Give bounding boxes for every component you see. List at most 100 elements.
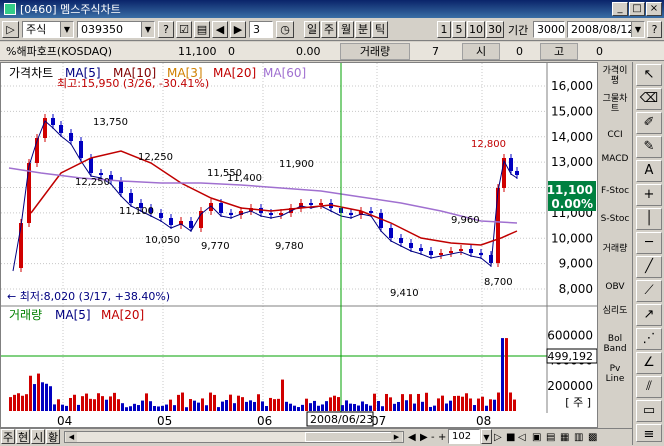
trendline-icon[interactable]: ╱: [636, 256, 662, 278]
count-30[interactable]: 30: [486, 21, 504, 38]
volume-bar: [313, 400, 316, 411]
volume-bar: [45, 383, 48, 411]
lock-icon[interactable]: ▩: [588, 429, 597, 446]
indicator-10[interactable]: Pv Line: [599, 364, 631, 384]
volume-bar: [273, 399, 276, 411]
current-price: 11,100: [178, 45, 217, 58]
ray-icon[interactable]: ⟋: [636, 280, 662, 302]
horizontal-line-icon[interactable]: ─: [636, 232, 662, 254]
volume-bar: [421, 401, 424, 411]
code-input[interactable]: 039350 ▼: [77, 21, 155, 38]
indicator-8[interactable]: 심리도: [599, 306, 631, 316]
count-5[interactable]: 5: [452, 21, 466, 38]
tab-week[interactable]: 주: [1, 429, 15, 444]
chart-area[interactable]: 16,00015,00014,00013,00012,00011,00010,0…: [0, 62, 598, 428]
horizontal-scrollbar[interactable]: ◀ ▶: [64, 431, 404, 443]
stepper-input[interactable]: 3: [249, 21, 273, 38]
channel-icon[interactable]: ⫽: [636, 376, 662, 398]
settings-icon[interactable]: ▥: [574, 429, 583, 446]
arrow-up-right-icon[interactable]: ↗: [636, 304, 662, 326]
crosshair-icon[interactable]: +: [636, 184, 662, 206]
minimize-button[interactable]: _: [612, 2, 628, 16]
count-10[interactable]: 10: [467, 21, 485, 38]
indicator-1[interactable]: 그물차트: [599, 94, 631, 114]
volume-bar: [101, 396, 104, 411]
indicator-6[interactable]: 거래량: [599, 244, 631, 254]
text-tool-icon[interactable]: A: [636, 160, 662, 182]
period-month[interactable]: 월: [338, 21, 354, 38]
x-tick-label: 08: [476, 414, 491, 427]
volume-bar: [85, 393, 88, 411]
zoom-out-icon[interactable]: ◀: [408, 429, 416, 446]
count-1[interactable]: 1: [437, 21, 451, 38]
check-button[interactable]: ☑: [176, 21, 192, 38]
chart-type-icon[interactable]: ▤: [194, 21, 210, 38]
zoom-dropdown-icon[interactable]: ▼: [481, 429, 492, 444]
prev-arrow-icon[interactable]: ◀: [212, 21, 228, 38]
save-icon[interactable]: ▣: [532, 429, 541, 446]
scroll-left-icon[interactable]: ◀: [66, 432, 77, 442]
indicator-3[interactable]: MACD: [599, 154, 631, 164]
play-icon[interactable]: ▷: [494, 429, 502, 446]
volume-bar: [97, 393, 100, 411]
stop-icon[interactable]: ■: [506, 429, 515, 446]
cursor-icon[interactable]: ↖: [636, 64, 662, 86]
eraser-all-icon[interactable]: ✐: [636, 112, 662, 134]
fib-icon[interactable]: ≡: [636, 424, 662, 442]
volume-bar: [501, 338, 504, 411]
volume-bar: [205, 405, 208, 411]
current-price-badge-value: 11,100: [547, 183, 593, 197]
help-button[interactable]: ?: [647, 21, 662, 38]
play-icon[interactable]: ▷: [2, 21, 19, 38]
indicator-5[interactable]: S-Stoc: [599, 214, 631, 224]
rectangle-icon[interactable]: ▭: [636, 400, 662, 422]
candle: [349, 213, 353, 215]
highlighter-icon[interactable]: ✎: [636, 136, 662, 158]
tab-current[interactable]: 현: [16, 429, 30, 444]
candle: [159, 213, 163, 218]
vertical-line-icon[interactable]: │: [636, 208, 662, 230]
increase-icon[interactable]: +: [438, 429, 446, 446]
search-button[interactable]: ?: [158, 21, 174, 38]
volume-bar: [261, 401, 264, 411]
scroll-right-icon[interactable]: ▶: [391, 432, 402, 442]
period-tick[interactable]: 틱: [372, 21, 388, 38]
indicator-7[interactable]: OBV: [599, 282, 631, 292]
next-arrow-icon[interactable]: ▶: [230, 21, 246, 38]
price-label: 10,050: [145, 235, 180, 246]
volume-bar: [37, 373, 40, 411]
tab-status[interactable]: 황: [46, 429, 60, 444]
tab-market[interactable]: 시: [31, 429, 45, 444]
period-input[interactable]: 3000: [533, 21, 565, 38]
volume-bar: [257, 394, 260, 411]
maximize-button[interactable]: □: [629, 2, 645, 16]
angle-icon[interactable]: ∠: [636, 352, 662, 374]
volume-bar: [189, 399, 192, 411]
ma20-line: [30, 150, 518, 246]
export-icon[interactable]: ▦: [560, 429, 569, 446]
clock-icon[interactable]: ◷: [276, 21, 294, 38]
period-minute[interactable]: 분: [355, 21, 371, 38]
volume-bar: [217, 407, 220, 411]
print-icon[interactable]: ▤: [546, 429, 555, 446]
eraser-icon[interactable]: ⌫: [636, 88, 662, 110]
indicator-2[interactable]: CCI: [599, 130, 631, 140]
decrease-icon[interactable]: -: [431, 429, 435, 446]
chart-canvas[interactable]: 16,00015,00014,00013,00012,00011,00010,0…: [1, 63, 597, 427]
market-select[interactable]: 주식 ▼: [22, 21, 74, 38]
period-week[interactable]: 주: [321, 21, 337, 38]
close-button[interactable]: ×: [646, 2, 662, 16]
date-input[interactable]: 2008/08/12 ▼: [567, 21, 645, 38]
zoom-in-icon[interactable]: ▶: [420, 429, 428, 446]
candle: [419, 248, 423, 251]
indicator-4[interactable]: F-Stoc: [599, 186, 631, 196]
bottom-bar: 주 현 시 황 ◀ ▶ ◀ ▶ - + 102 ▼ ▷ ■ ◁ ▣ ▤ ▦ ▥ …: [0, 428, 632, 445]
indicator-9[interactable]: Bol Band: [599, 334, 631, 354]
indicator-0[interactable]: 가격이평: [599, 66, 631, 86]
period-day[interactable]: 일: [304, 21, 320, 38]
stepback-icon[interactable]: ◁: [518, 429, 526, 446]
fan-icon[interactable]: ⋰: [636, 328, 662, 350]
volume-bar: [21, 395, 24, 411]
scroll-thumb[interactable]: [305, 432, 395, 442]
zoom-input[interactable]: 102: [448, 429, 480, 444]
